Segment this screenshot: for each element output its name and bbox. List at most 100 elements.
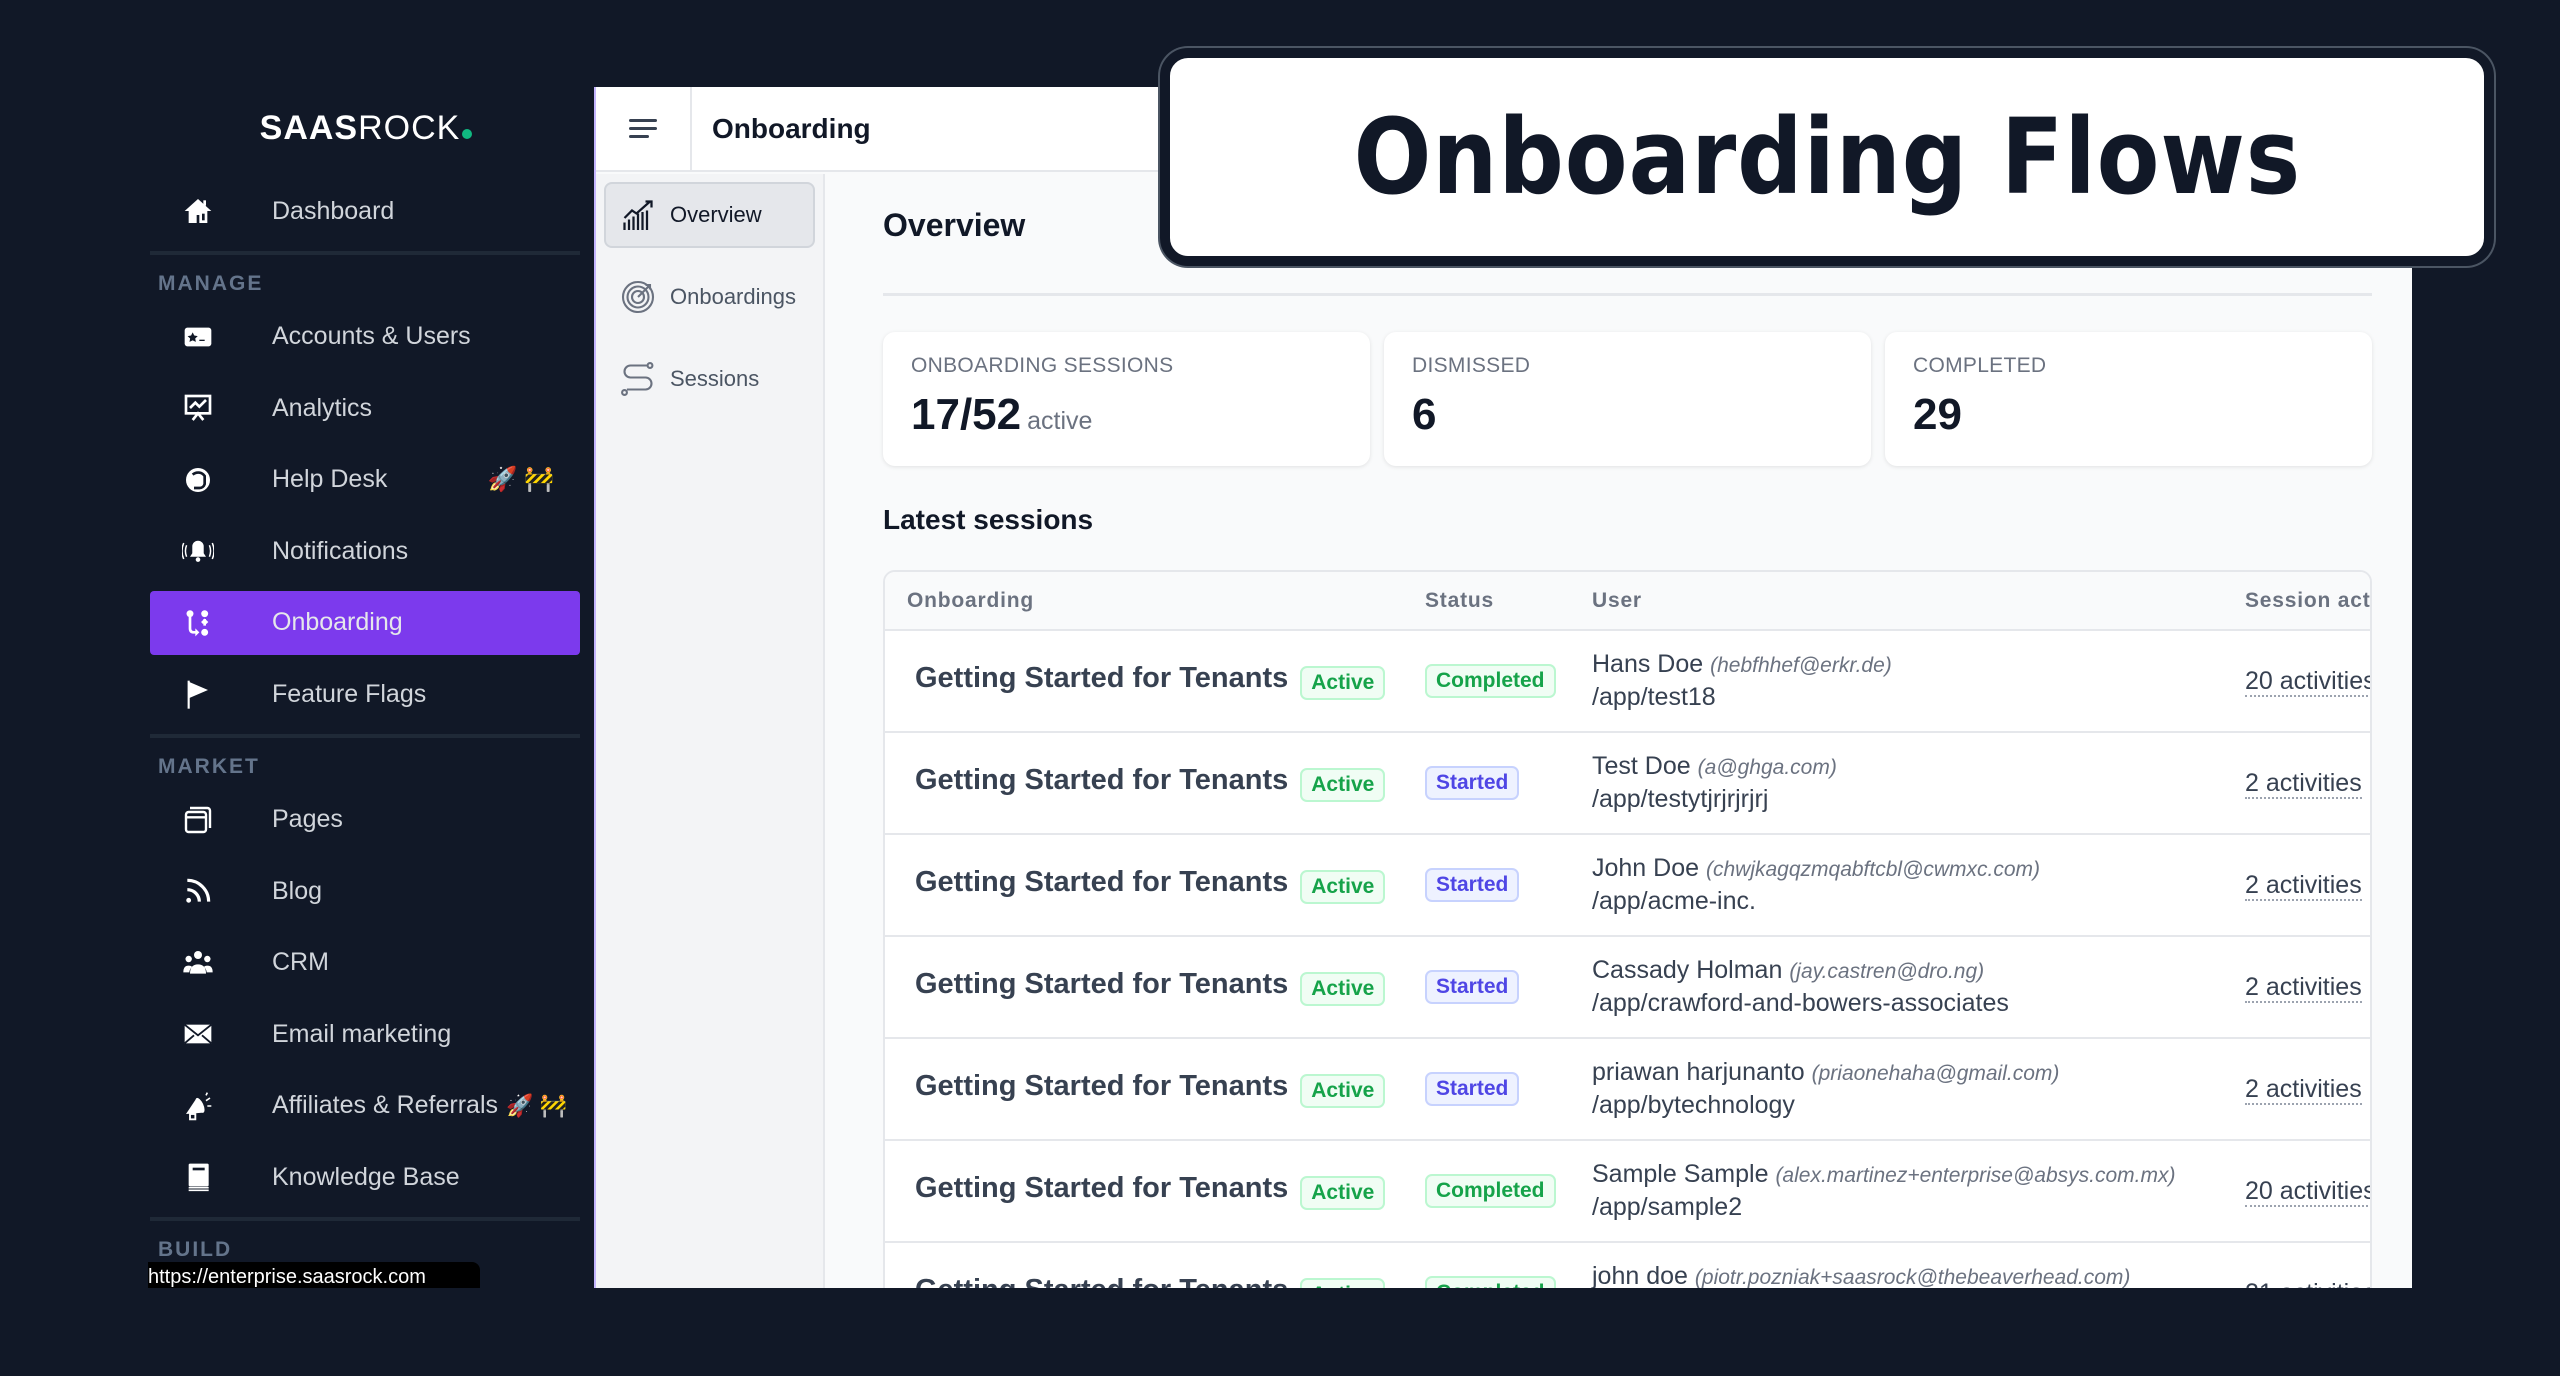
sidebar-item-knowledge-base[interactable]: Knowledge Base: [150, 1145, 580, 1209]
status-badge: Completed: [1425, 1276, 1556, 1288]
onboarding-name[interactable]: Getting Started for Tenants: [907, 662, 1288, 694]
app-frame: Onboarding Overview Onboardings Sessions…: [594, 87, 2412, 1288]
content-divider: [883, 293, 2372, 296]
tenant-path: /app/crawford-and-bowers-associates: [1592, 989, 2009, 1017]
subnav-item-onboardings[interactable]: Onboardings: [604, 264, 815, 330]
user-email: (priaonehaha@gmail.com): [1811, 1062, 2060, 1085]
onboarding-name[interactable]: Getting Started for Tenants: [907, 764, 1288, 796]
table-row[interactable]: Getting Started for Tenants Active Started…: [885, 834, 2370, 936]
onboarding-active-badge: Active: [1300, 665, 1386, 700]
stat-suffix: active: [1027, 407, 1093, 435]
table-row[interactable]: Getting Started for Tenants Active Complet…: [885, 1242, 2370, 1288]
column-header-session-activity[interactable]: Session act: [2223, 572, 2370, 630]
status-badge: Started: [1425, 868, 1520, 902]
sidebar-item-analytics[interactable]: Analytics: [150, 376, 580, 440]
activities-link[interactable]: 2 activities: [2245, 870, 2362, 901]
stat-card-completed: COMPLETED 29: [1885, 332, 2372, 466]
status-cell: Completed: [1403, 1242, 1570, 1288]
user-email: (hebfhhef@erkr.de): [1710, 654, 1892, 677]
activities-link[interactable]: 2 activities: [2245, 1074, 2362, 1105]
tenant-path: /app/bytechnology: [1592, 1091, 1795, 1119]
sidebar-item-onboarding[interactable]: Onboarding: [150, 590, 580, 655]
status-badge: Completed: [1425, 1174, 1556, 1208]
sidebar-item-pages[interactable]: Pages: [150, 788, 580, 852]
table-row[interactable]: Getting Started for Tenants Active Started…: [885, 732, 2370, 834]
user-cell: Cassady Holman (jay.castren@dro.ng) /app/…: [1570, 936, 2223, 1038]
tenant-path: /app/sample2: [1592, 1193, 1743, 1221]
table-row[interactable]: Getting Started for Tenants Active Complet…: [885, 630, 2370, 732]
sidebar-item-accounts-users[interactable]: Accounts & Users: [150, 305, 580, 369]
activities-link[interactable]: 21 activities: [2245, 1278, 2370, 1288]
user-name: John Doe: [1592, 854, 1700, 882]
column-header-onboarding[interactable]: Onboarding: [885, 572, 1403, 630]
stat-value: 29: [1913, 390, 1962, 439]
growth-chart-icon: [623, 200, 653, 230]
book-icon: [180, 1159, 216, 1195]
id-card-icon: [180, 319, 216, 355]
table-row[interactable]: Getting Started for Tenants Active Complet…: [885, 1140, 2370, 1242]
table-header-row: Onboarding Status User Session act: [885, 572, 2370, 630]
onboarding-name[interactable]: Getting Started for Tenants: [907, 968, 1288, 1000]
activities-cell: 2 activities: [2223, 1038, 2370, 1140]
envelope-icon: [180, 1016, 216, 1052]
beta-emoji-badge: 🚀 🚧: [487, 466, 554, 493]
column-header-status[interactable]: Status: [1403, 572, 1570, 630]
activities-link[interactable]: 20 activities: [2245, 666, 2370, 697]
status-cell: Started: [1403, 1038, 1570, 1140]
megaphone-icon: [180, 1088, 216, 1124]
activities-link[interactable]: 2 activities: [2245, 768, 2362, 799]
subnav-item-sessions[interactable]: Sessions: [604, 346, 815, 412]
sidebar-item-dashboard[interactable]: Dashboard: [150, 179, 580, 243]
tenant-path: /app/testytjrjrjrjrj: [1592, 785, 1769, 813]
onboarding-active-badge: Active: [1300, 1073, 1386, 1108]
onboarding-cell: Getting Started for Tenants Active: [885, 1140, 1403, 1242]
sidebar-item-blog[interactable]: Blog: [150, 859, 580, 923]
link-url-tooltip: https://enterprise.saasrock.com: [148, 1262, 480, 1288]
table-row[interactable]: Getting Started for Tenants Active Started…: [885, 936, 2370, 1038]
user-name: Cassady Holman: [1592, 956, 1783, 984]
onboarding-name[interactable]: Getting Started for Tenants: [907, 866, 1288, 898]
onboarding-active-badge: Active: [1300, 767, 1386, 802]
sidebar-item-affiliates-referrals[interactable]: Affiliates & Referrals 🚀 🚧: [150, 1074, 580, 1138]
user-cell: Sample Sample (alex.martinez+enterprise@…: [1570, 1140, 2223, 1242]
status-cell: Started: [1403, 732, 1570, 834]
path-icon: [621, 362, 654, 396]
presentation-chart-icon: [180, 390, 216, 426]
saasrock-logo[interactable]: SAASROCK: [150, 109, 582, 148]
page-title: Onboarding: [712, 112, 871, 144]
latest-sessions-heading: Latest sessions: [883, 504, 1094, 535]
onboarding-cell: Getting Started for Tenants Active: [885, 630, 1403, 732]
sidebar-item-crm[interactable]: CRM: [150, 931, 580, 995]
flow-icon: [180, 605, 216, 641]
menu-toggle-button[interactable]: [596, 87, 692, 171]
onboarding-name[interactable]: Getting Started for Tenants: [907, 1172, 1288, 1204]
people-group-icon: [180, 945, 216, 981]
subnav-item-overview[interactable]: Overview: [604, 182, 815, 248]
user-name: Sample Sample: [1592, 1160, 1769, 1188]
status-cell: Started: [1403, 936, 1570, 1038]
activities-cell: 21 activities: [2223, 1242, 2370, 1288]
activities-cell: 20 activities: [2223, 1140, 2370, 1242]
overview-content: Overview ONBOARDING SESSIONS 17/52 active…: [827, 174, 2412, 1288]
beta-emoji-badge: 🚀 🚧: [506, 1092, 567, 1118]
column-header-user[interactable]: User: [1570, 572, 2223, 630]
onboarding-cell: Getting Started for Tenants Active: [885, 1038, 1403, 1140]
sidebar: SAASROCK Dashboard MANAGE Accounts & Use…: [150, 87, 582, 1288]
sidebar-item-feature-flags[interactable]: Feature Flags: [150, 662, 580, 726]
status-cell: Started: [1403, 834, 1570, 936]
activities-link[interactable]: 20 activities: [2245, 1176, 2370, 1207]
onboarding-name[interactable]: Getting Started for Tenants: [907, 1274, 1288, 1288]
stat-card-dismissed: DISMISSED 6: [1384, 332, 1871, 466]
section-label-manage: MANAGE: [158, 271, 264, 295]
status-badge: Started: [1425, 970, 1520, 1004]
sidebar-item-help-desk[interactable]: Help Desk 🚀 🚧: [150, 448, 580, 512]
home-icon: [180, 193, 216, 229]
sidebar-item-email-marketing[interactable]: Email marketing: [150, 1002, 580, 1066]
activities-link[interactable]: 2 activities: [2245, 972, 2362, 1003]
onboarding-name[interactable]: Getting Started for Tenants: [907, 1070, 1288, 1102]
table-row[interactable]: Getting Started for Tenants Active Started…: [885, 1038, 2370, 1140]
status-badge: Completed: [1425, 664, 1556, 698]
flag-icon: [180, 676, 216, 712]
sidebar-item-notifications[interactable]: Notifications: [150, 519, 580, 583]
activities-cell: 2 activities: [2223, 936, 2370, 1038]
